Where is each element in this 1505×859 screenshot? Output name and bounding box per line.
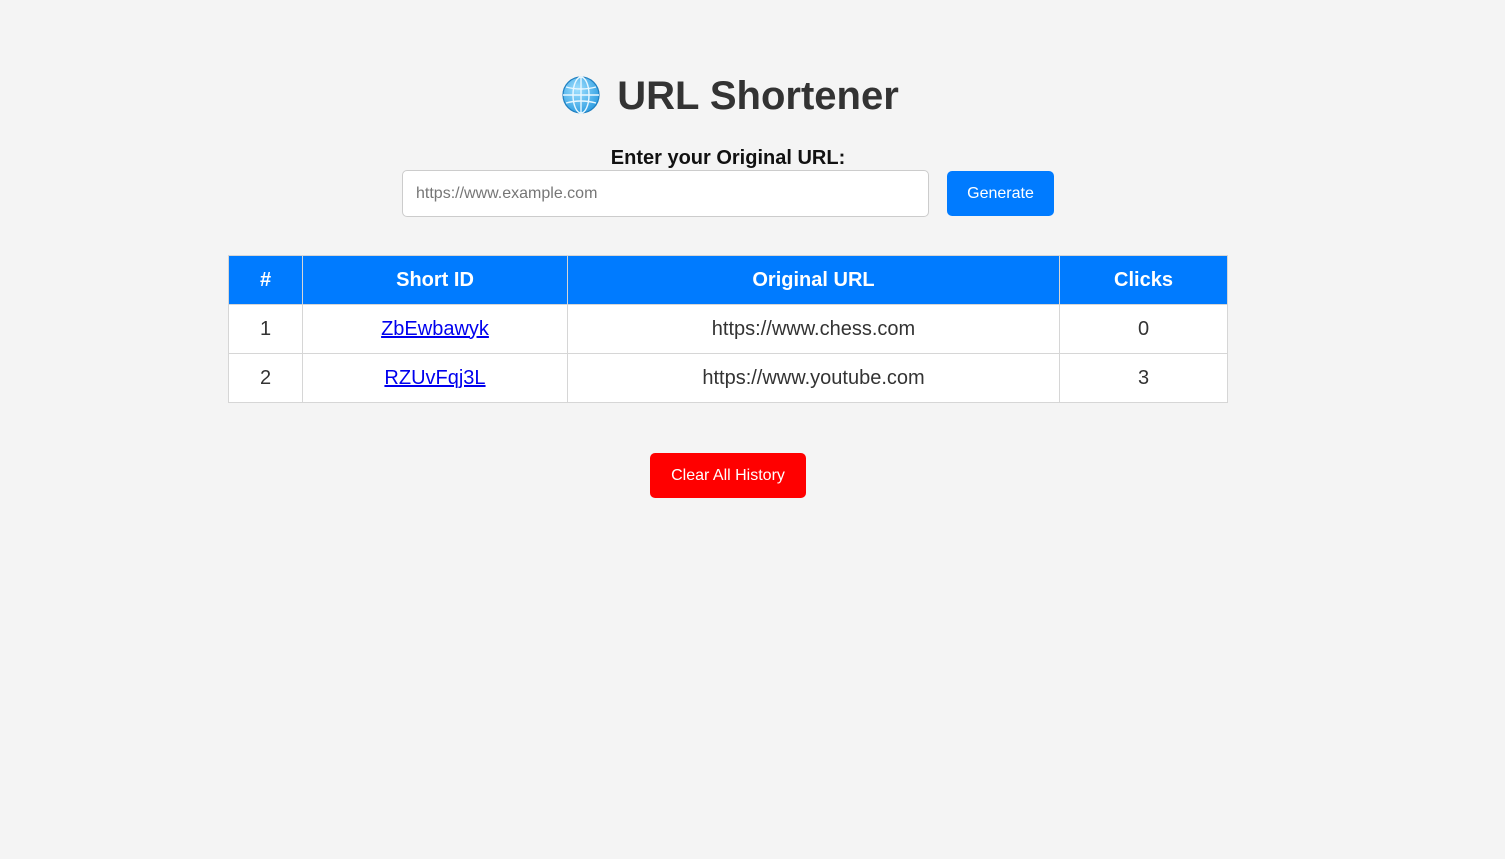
column-header-index: # [228, 255, 303, 305]
generate-button[interactable]: Generate [947, 171, 1054, 216]
clear-history-button[interactable]: Clear All History [650, 453, 806, 498]
row-index: 1 [228, 304, 303, 354]
original-url: https://www.youtube.com [567, 353, 1060, 403]
short-id-link[interactable]: RZUvFqj3L [384, 367, 485, 389]
row-index: 2 [228, 353, 303, 403]
table-row: 1 ZbEwbawyk https://www.chess.com 0 [228, 304, 1228, 354]
url-history-table: # Short ID Original URL Clicks 1 ZbEwbaw… [228, 255, 1228, 403]
globe-icon [562, 76, 600, 114]
column-header-clicks: Clicks [1059, 255, 1228, 305]
click-count: 3 [1059, 353, 1228, 403]
table-row: 2 RZUvFqj3L https://www.youtube.com 3 [228, 353, 1228, 403]
short-id-cell: ZbEwbawyk [302, 304, 568, 354]
page-title-text: URL Shortener [617, 74, 899, 118]
table-header-row: # Short ID Original URL Clicks [228, 255, 1228, 305]
page-title: URL Shortener [0, 70, 1460, 122]
original-url: https://www.chess.com [567, 304, 1060, 354]
click-count: 0 [1059, 304, 1228, 354]
short-id-cell: RZUvFqj3L [302, 353, 568, 403]
url-input-label: Enter your Original URL: [610, 147, 846, 169]
url-input[interactable] [402, 170, 929, 217]
column-header-short-id: Short ID [302, 255, 568, 305]
short-id-link[interactable]: ZbEwbawyk [381, 318, 489, 340]
page: URL Shortener Enter your Original URL: G… [0, 0, 1505, 859]
column-header-original-url: Original URL [567, 255, 1060, 305]
